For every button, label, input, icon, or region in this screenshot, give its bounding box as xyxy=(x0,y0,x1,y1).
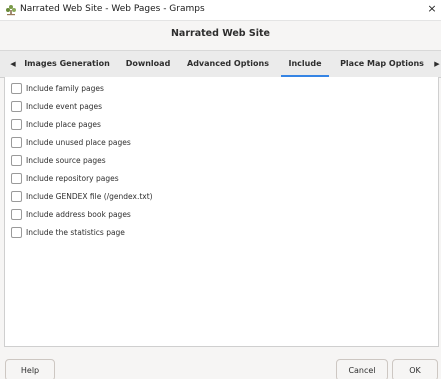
tab-images-generation[interactable]: Images Generation xyxy=(24,51,110,77)
option-include-event-pages[interactable]: Include event pages xyxy=(11,100,102,112)
option-label: Include event pages xyxy=(26,101,103,111)
option-label: Include source pages xyxy=(26,155,106,165)
checkbox[interactable] xyxy=(11,82,22,94)
option-include-source-pages[interactable]: Include source pages xyxy=(11,154,106,166)
option-include-place-pages[interactable]: Include place pages xyxy=(11,118,101,130)
gramps-tree-icon xyxy=(6,5,16,16)
option-label: Include repository pages xyxy=(26,173,119,183)
option-label: Include unused place pages xyxy=(26,137,131,147)
option-include-family-pages[interactable]: Include family pages xyxy=(11,82,104,94)
ok-button[interactable]: OK xyxy=(392,359,438,379)
option-label: Include place pages xyxy=(26,119,101,129)
checkbox[interactable] xyxy=(11,226,22,238)
checkbox[interactable] xyxy=(11,154,22,166)
tab-bar: ◀ Images Generation Download Advanced Op… xyxy=(0,50,441,78)
option-label: Include GENDEX file (/gendex.txt) xyxy=(26,191,153,201)
tab-scroll-left-icon[interactable]: ◀ xyxy=(5,51,21,77)
option-label: Include family pages xyxy=(26,83,104,93)
option-include-address-book-pages[interactable]: Include address book pages xyxy=(11,208,131,220)
checkbox[interactable] xyxy=(11,172,22,184)
tab-advanced-options[interactable]: Advanced Options xyxy=(180,51,276,77)
help-button[interactable]: Help xyxy=(5,359,55,379)
option-include-unused-place-pages[interactable]: Include unused place pages xyxy=(11,136,131,148)
title-bar: Narrated Web Site - Web Pages - Gramps × xyxy=(0,0,441,21)
close-icon[interactable]: × xyxy=(425,2,439,16)
checkbox[interactable] xyxy=(11,208,22,220)
option-include-statistics-page[interactable]: Include the statistics page xyxy=(11,226,125,238)
cancel-button[interactable]: Cancel xyxy=(336,359,388,379)
window-title: Narrated Web Site - Web Pages - Gramps xyxy=(20,4,205,14)
checkbox[interactable] xyxy=(11,190,22,202)
checkbox[interactable] xyxy=(11,100,22,112)
tab-download[interactable]: Download xyxy=(120,51,176,77)
checkbox[interactable] xyxy=(11,136,22,148)
tab-scroll-right-icon[interactable]: ▶ xyxy=(429,51,441,77)
tab-include[interactable]: Include xyxy=(279,51,331,77)
tab-place-map-options[interactable]: Place Map Options xyxy=(338,51,426,77)
dialog-title: Narrated Web Site xyxy=(170,28,270,39)
dialog-window: Narrated Web Site - Web Pages - Gramps ×… xyxy=(0,0,441,379)
option-label: Include the statistics page xyxy=(26,227,125,237)
option-include-gendex-file[interactable]: Include GENDEX file (/gendex.txt) xyxy=(11,190,153,202)
option-include-repository-pages[interactable]: Include repository pages xyxy=(11,172,119,184)
include-options-panel: Include family pages Include event pages… xyxy=(4,77,439,347)
checkbox[interactable] xyxy=(11,118,22,130)
option-label: Include address book pages xyxy=(26,209,131,219)
